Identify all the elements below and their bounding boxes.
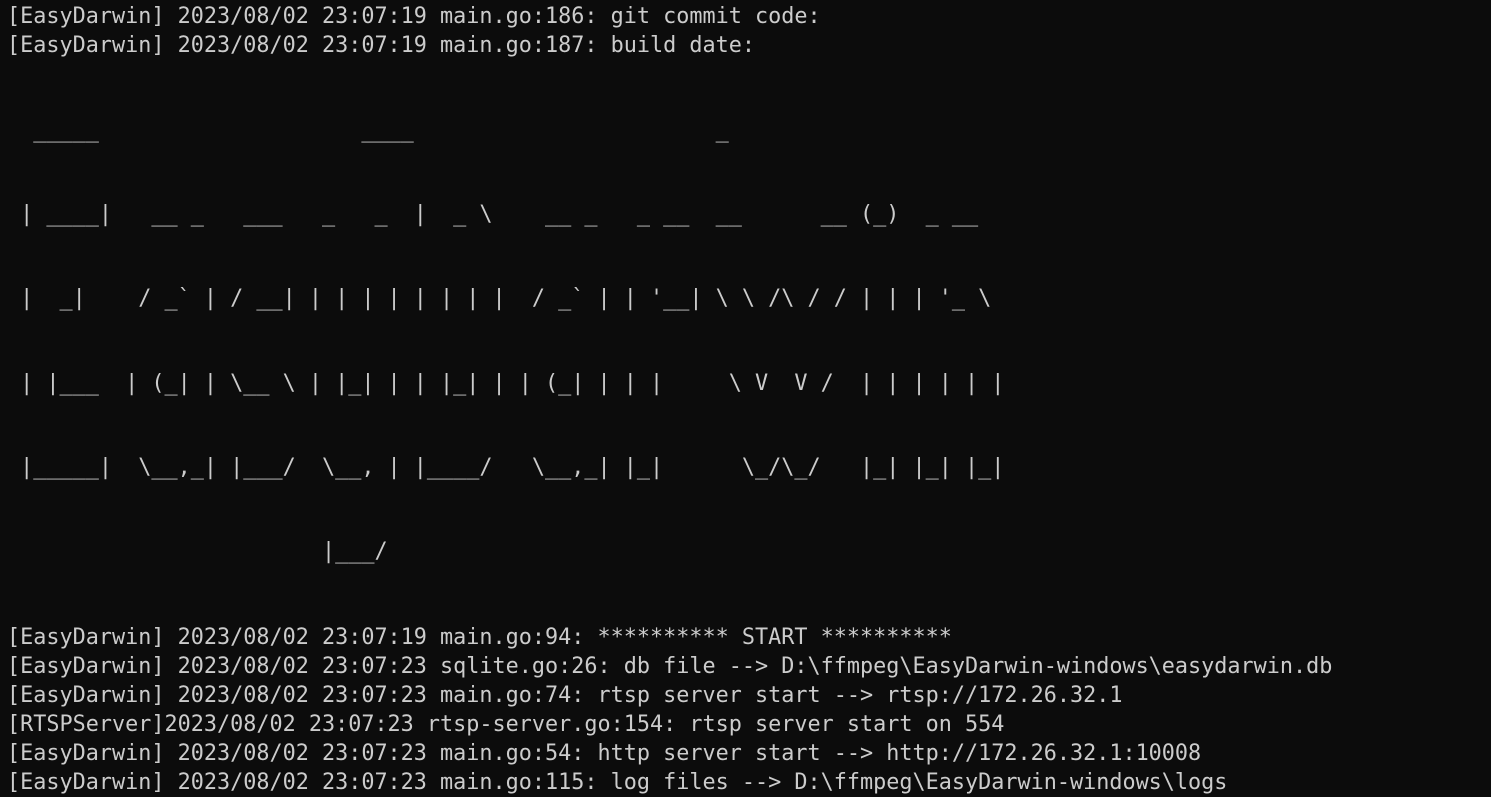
banner-line: | |___ | (_| | \__ \ | |_| | | |_| | | (…	[7, 370, 1005, 396]
log-line-build-date: [EasyDarwin] 2023/08/02 23:07:19 main.go…	[7, 33, 756, 58]
banner-line: |_____| \__,_| |___/ \__, | |____/ \__,_…	[7, 454, 1005, 480]
log-line-git-commit: [EasyDarwin] 2023/08/02 23:07:19 main.go…	[7, 4, 821, 29]
log-line-http-start: [EasyDarwin] 2023/08/02 23:07:23 main.go…	[7, 741, 1202, 767]
banner-line: | ____| __ _ ___ _ _ | _ \ __ _ _ __ __ …	[7, 202, 979, 228]
banner-line: _____ ____ _	[7, 118, 729, 143]
log-line-rtsp-start: [EasyDarwin] 2023/08/02 23:07:23 main.go…	[7, 683, 1123, 709]
log-line-log-files: [EasyDarwin] 2023/08/02 23:07:23 main.go…	[7, 770, 1228, 796]
log-line-start: [EasyDarwin] 2023/08/02 23:07:19 main.go…	[7, 625, 952, 651]
terminal-output[interactable]: [EasyDarwin] 2023/08/02 23:07:19 main.go…	[0, 0, 1491, 795]
log-line-db-file: [EasyDarwin] 2023/08/02 23:07:23 sqlite.…	[7, 654, 1333, 680]
banner-line: |___/	[7, 538, 388, 564]
log-line-rtsp-server-port: [RTSPServer]2023/08/02 23:07:23 rtsp-ser…	[7, 712, 1005, 738]
banner-line: | _| / _` | / __| | | | | | | | | / _` |…	[7, 286, 992, 312]
easydarwin-ascii-banner: _____ ____ _ | ____| __ _ ___ _ _ | _ \ …	[7, 60, 1491, 623]
